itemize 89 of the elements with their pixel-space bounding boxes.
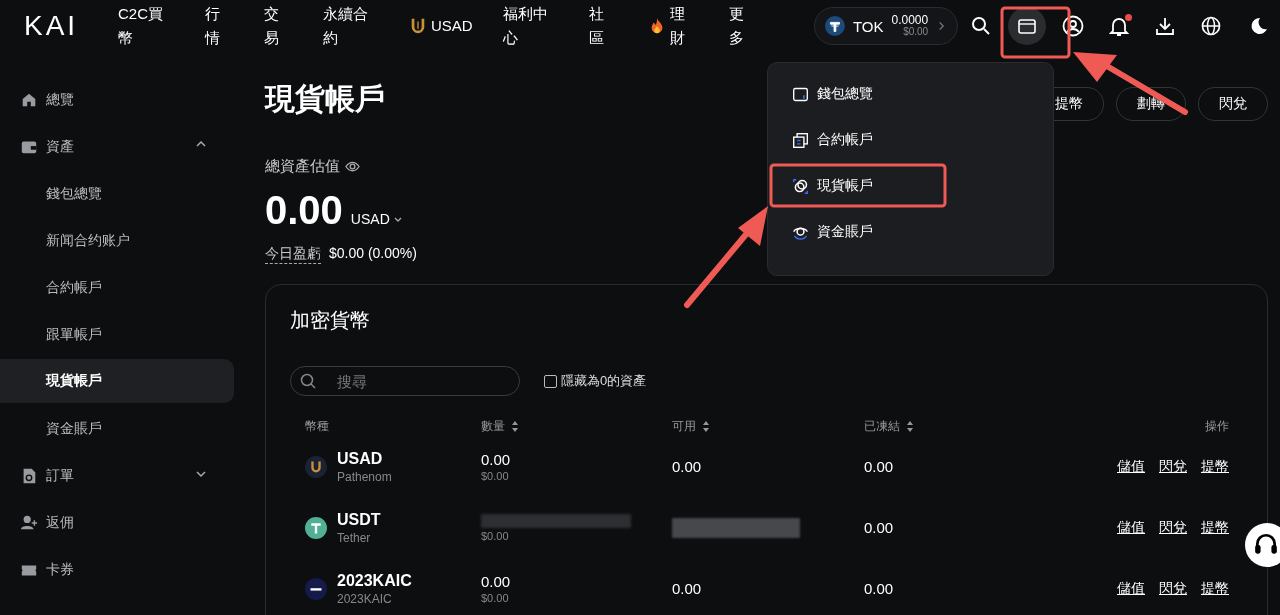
table-cell: 0.00	[672, 458, 702, 475]
shield-icon	[409, 17, 427, 35]
total-label: 總資產估值	[265, 157, 340, 176]
action-link[interactable]: 儲值	[1117, 518, 1145, 537]
sidebar-item[interactable]: 訂單	[0, 452, 234, 499]
action-link[interactable]: 提幣	[1201, 579, 1229, 598]
arrows-icon	[906, 419, 914, 433]
sort-icon[interactable]	[511, 419, 519, 433]
coin-symbol: 2023KAIC	[337, 571, 412, 590]
arrows-icon	[511, 419, 519, 433]
wallet-icon	[792, 85, 809, 103]
menu-item[interactable]: 現貨帳戶	[768, 163, 1053, 209]
download-icon	[1155, 16, 1175, 36]
coin-name: Tether	[337, 530, 372, 545]
nav-link[interactable]: 永續合約	[322, 2, 369, 50]
table-cell: $0.00	[481, 529, 509, 542]
column-header: 已凍結	[864, 417, 900, 435]
coin-symbol: USDT	[337, 510, 381, 529]
table-cell: 0.00	[864, 458, 894, 475]
nav-link[interactable]: 理財	[648, 2, 689, 50]
action-link[interactable]: 儲值	[1117, 579, 1145, 598]
nav-link[interactable]: 行情	[204, 2, 223, 50]
nav-link[interactable]: 福利中心	[502, 2, 550, 50]
sidebar-item[interactable]: 現貨帳戶	[0, 359, 234, 403]
arrows-icon	[702, 419, 710, 433]
table-cell: 0.00	[481, 573, 511, 590]
globe-icon	[1201, 16, 1221, 36]
search-icon	[971, 16, 991, 36]
coin-name: 2023KAIC	[337, 591, 393, 606]
checkbox[interactable]	[544, 374, 557, 388]
page-title: 現貨帳戶	[265, 81, 385, 117]
nav-link[interactable]: 社區	[589, 2, 608, 50]
search-field[interactable]: 搜尋	[290, 366, 520, 396]
nav-link[interactable]: USAD	[409, 14, 473, 38]
pnl-value: $0.00 (0.00%)	[329, 245, 417, 263]
coin-icon	[305, 516, 327, 539]
table-cell: 0.00	[672, 580, 702, 597]
table-cell: 0.00	[864, 519, 894, 536]
sidebar-item[interactable]: 新闻合约账户	[0, 217, 234, 264]
support-button[interactable]	[1245, 523, 1280, 567]
column-header: 操作	[1205, 417, 1229, 435]
chevron-right-icon	[936, 20, 947, 32]
action-link[interactable]: 提幣	[1201, 457, 1229, 476]
sidebar-item[interactable]: 資金賬戶	[0, 405, 234, 452]
eye-icon	[345, 159, 360, 174]
user-add-icon	[20, 513, 38, 532]
table-cell: 0.00	[481, 451, 511, 468]
table-cell: $0.00	[481, 592, 509, 604]
action-link[interactable]: 提幣	[1201, 518, 1229, 537]
card-title: 加密貨幣	[290, 308, 371, 333]
coin-symbol: USAD	[337, 449, 384, 468]
action-link[interactable]: 閃兌	[1159, 579, 1187, 598]
sidebar-item[interactable]: 返佣	[0, 499, 234, 546]
copy-icon	[792, 131, 809, 149]
nav-link[interactable]: C2C買幣	[118, 2, 165, 50]
coin-icon	[305, 455, 327, 478]
sidebar-item[interactable]: 錢包總覽	[0, 170, 234, 217]
action-link[interactable]: 儲值	[1117, 457, 1145, 476]
search-icon	[300, 373, 317, 390]
sidebar-item[interactable]: 跟單帳戶	[0, 311, 234, 358]
coin-name: Pathenom	[337, 469, 392, 484]
user-icon	[1062, 15, 1084, 37]
highlight-frame	[1000, 6, 1071, 59]
logo[interactable]: KAI	[24, 10, 118, 42]
bell-icon	[1109, 16, 1129, 36]
table-cell: 0.00	[864, 580, 894, 597]
nav-link[interactable]: 交易	[263, 2, 282, 50]
currency-dropdown[interactable]: USAD	[350, 211, 403, 227]
action-link[interactable]: 閃兌	[1159, 457, 1187, 476]
circles-icon	[792, 177, 809, 195]
sidebar-item[interactable]: 合約帳戶	[0, 264, 234, 311]
token-icon	[825, 15, 845, 37]
checkbox-label: 隱藏為0的資產	[561, 372, 647, 390]
nav-link[interactable]: 更多	[729, 2, 748, 50]
column-header: 數量	[481, 417, 505, 435]
sidebar-item[interactable]: 總覽	[0, 76, 234, 123]
table-cell: $0.00	[481, 470, 509, 482]
column-header: 幣種	[305, 417, 329, 435]
wallet-icon	[1017, 16, 1037, 36]
sort-icon[interactable]	[906, 419, 914, 433]
coin-icon	[305, 577, 327, 600]
column-header: 可用	[672, 417, 696, 435]
menu-item[interactable]: 資金賬戶	[768, 209, 1053, 255]
total-value: 0.00	[265, 188, 343, 233]
sidebar-item[interactable]: 卡券	[0, 546, 234, 593]
action-link[interactable]: 閃兌	[1159, 518, 1187, 537]
pnl-label: 今日盈虧	[265, 245, 321, 264]
sidebar-item[interactable]: 資產	[0, 123, 234, 170]
sort-icon[interactable]	[702, 419, 710, 433]
